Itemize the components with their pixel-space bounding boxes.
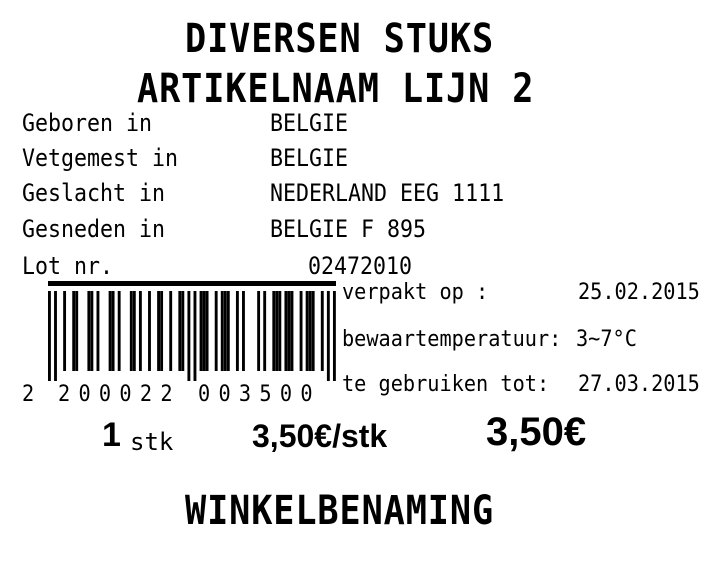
barcode-bar (305, 291, 309, 371)
packed-on-label: verpakt op : (342, 280, 489, 305)
product-name-title: ARTIKELNAAM LIJN 2 (137, 66, 535, 112)
packed-on-value: 25.02.2015 (578, 280, 700, 305)
barcode-bar (193, 291, 197, 381)
barcode-digits-group2: 003500 (198, 382, 321, 407)
barcode-bar (157, 291, 161, 371)
barcode-bar (320, 291, 324, 371)
use-by-value: 27.03.2015 (578, 372, 700, 397)
origin-label-slaughtered: Geslacht in (22, 179, 166, 207)
store-name: WINKELBENAMING (185, 488, 495, 534)
barcode-bar (169, 291, 173, 371)
barcode-digit-first: 2 (22, 382, 35, 407)
storage-temp-label: bewaartemperatuur: (342, 327, 562, 352)
barcode-bar (111, 291, 115, 371)
lot-number-value: 02472010 (308, 252, 413, 280)
barcode-bar (242, 291, 245, 371)
barcode-bar (263, 291, 267, 371)
barcode-top-rule (48, 281, 336, 286)
barcode-bar (311, 291, 315, 371)
barcode-bar (226, 291, 230, 371)
barcode-bar (87, 291, 91, 371)
barcode-bar (63, 291, 67, 371)
barcode-bar (205, 291, 209, 371)
barcode-bar (132, 291, 136, 371)
unit-price: 3,50€/stk (252, 418, 388, 454)
origin-value-born: BELGIE (270, 109, 349, 137)
origin-label-cut: Gesneden in (22, 215, 166, 243)
product-category-title: DIVERSEN STUKS (185, 16, 495, 62)
origin-value-slaughtered: NEDERLAND EEG 1111 (270, 179, 505, 207)
barcode-bar (299, 291, 303, 371)
barcode-bar (117, 291, 121, 371)
barcode-bar (223, 291, 227, 371)
barcode-bar (326, 291, 330, 381)
barcode-bar (129, 291, 133, 371)
barcode-bar (96, 291, 100, 371)
barcode-bar (160, 291, 164, 371)
barcode-bar (235, 291, 239, 371)
barcode-bar (272, 291, 276, 371)
barcode-bar (278, 291, 282, 371)
barcode-bar (332, 291, 336, 381)
origin-label-fattened: Vetgemest in (22, 144, 179, 172)
barcode-bar (220, 291, 224, 371)
barcode-bar (257, 291, 261, 371)
barcode-bar (199, 291, 203, 371)
barcode-bar (138, 291, 142, 371)
quantity-value: 1 (102, 416, 121, 454)
barcode-bars (48, 281, 336, 381)
barcode-digits-group1: 200022 (58, 382, 181, 407)
barcode-bar (48, 291, 51, 381)
origin-value-fattened: BELGIE (270, 144, 349, 172)
use-by-label: te gebruiken tot: (342, 372, 550, 397)
storage-temp-value: 3~7°C (576, 327, 637, 352)
barcode-bar (72, 291, 76, 371)
barcode-bar (75, 291, 79, 371)
barcode-bar (287, 291, 291, 371)
barcode-bar (90, 291, 94, 371)
barcode-bar (178, 291, 182, 371)
barcode-bar (181, 291, 185, 371)
barcode-bar (284, 291, 288, 371)
quantity-unit: stk (130, 428, 174, 456)
total-price: 3,50€ (486, 410, 587, 454)
barcode-bar (290, 291, 294, 371)
barcode-bar (214, 291, 218, 371)
barcode-bar (148, 291, 151, 371)
barcode-bar (275, 291, 279, 371)
origin-label-born: Geboren in (22, 109, 153, 137)
barcode-bar (202, 291, 206, 371)
barcode-bar (308, 291, 312, 371)
barcode-bar (108, 291, 112, 371)
barcode-bar (54, 291, 57, 381)
lot-number-label: Lot nr. (22, 252, 114, 280)
barcode-bar (187, 291, 191, 381)
origin-value-cut: BELGIE F 895 (270, 215, 427, 243)
